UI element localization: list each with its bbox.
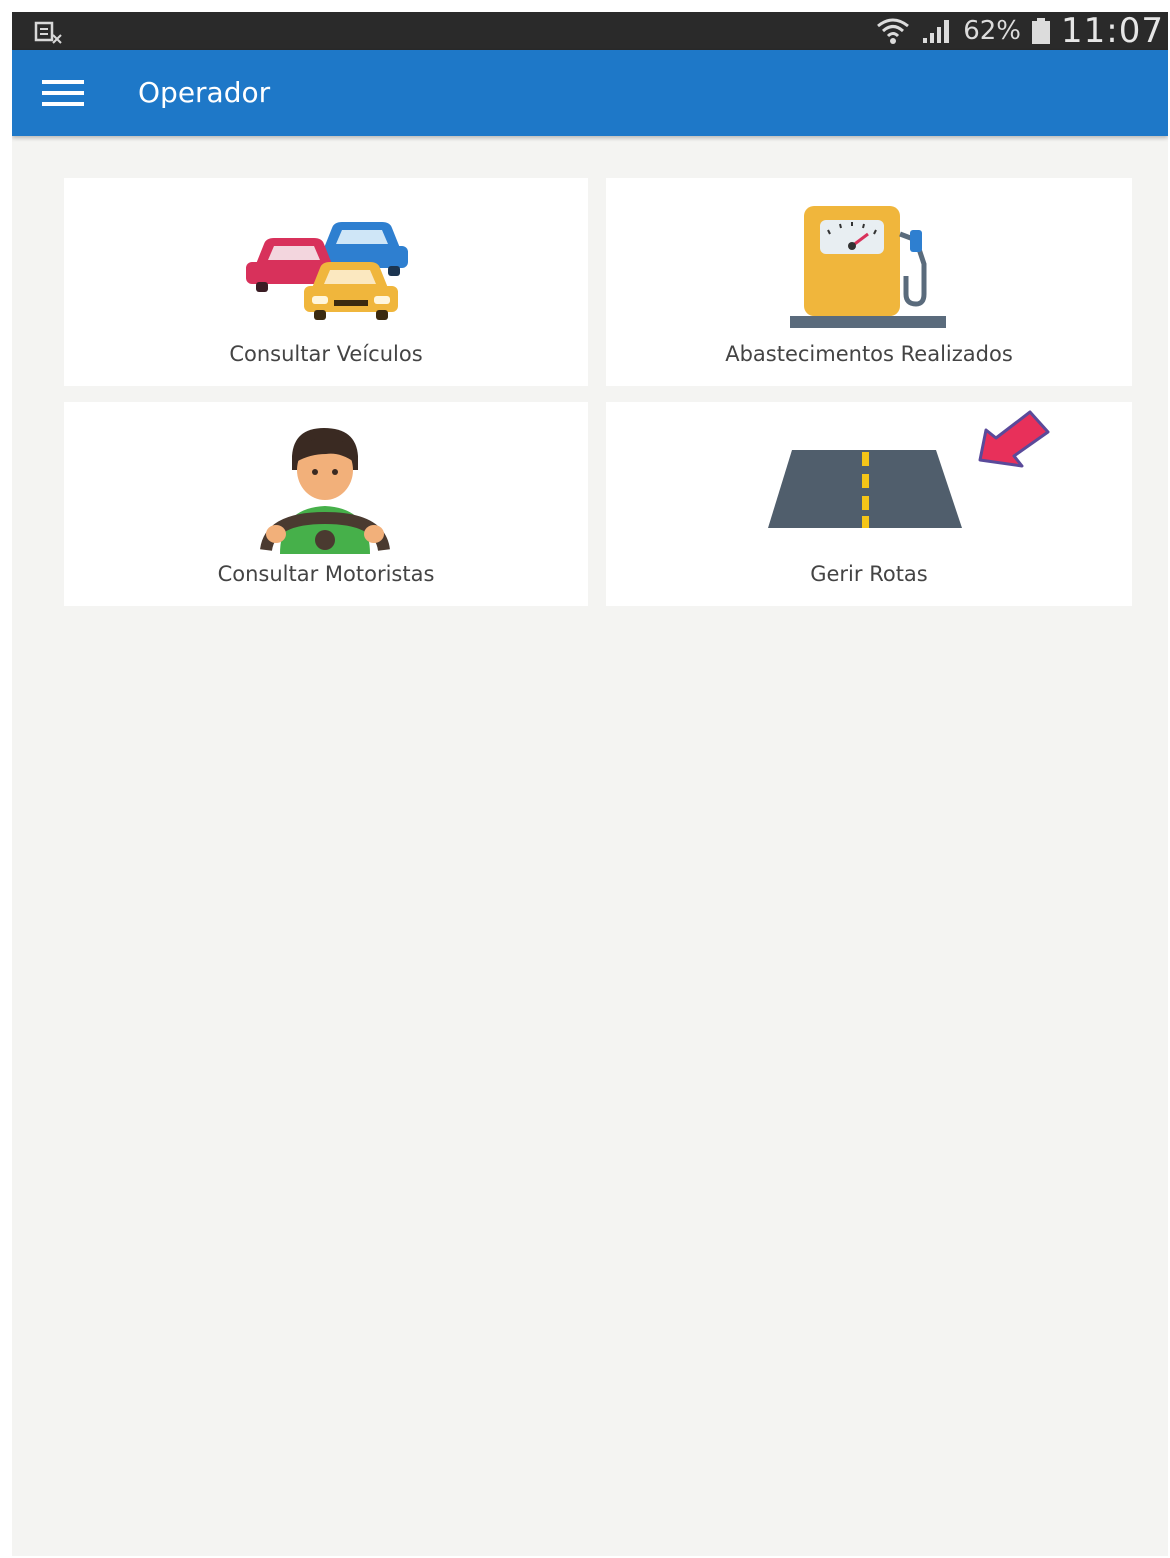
tile-label: Gerir Rotas: [810, 562, 928, 586]
red-arrow-icon: [978, 410, 1050, 468]
signal-icon: [923, 20, 950, 43]
status-indicators: 62% 11:07: [875, 12, 1164, 51]
app-bar: Operador: [12, 50, 1168, 136]
phone-screen: 62% 11:07 Operador Consultar Veículos Ab…: [12, 12, 1168, 1556]
hamburger-menu-icon[interactable]: [40, 77, 86, 109]
status-bar: 62% 11:07: [12, 12, 1168, 51]
tile-label: Consultar Veículos: [229, 342, 423, 366]
tile-label: Consultar Motoristas: [217, 562, 435, 586]
tile-abastecimentos-realizados[interactable]: Abastecimentos Realizados: [606, 178, 1132, 386]
wifi-icon: [877, 18, 910, 44]
cars-icon: [246, 222, 408, 320]
tile-label: Abastecimentos Realizados: [725, 342, 1013, 366]
fuel-pump-icon: [790, 206, 946, 328]
driver-icon: [260, 428, 390, 554]
tile-consultar-veiculos[interactable]: Consultar Veículos: [64, 178, 588, 386]
road-icon: [768, 450, 962, 528]
status-time: 11:07: [1061, 12, 1164, 51]
battery-icon: [1032, 18, 1051, 44]
tile-consultar-motoristas[interactable]: Consultar Motoristas: [64, 402, 588, 606]
page-title: Operador: [138, 76, 271, 109]
screenshot-notification-icon: [34, 21, 62, 44]
battery-percent: 62%: [963, 16, 1022, 46]
